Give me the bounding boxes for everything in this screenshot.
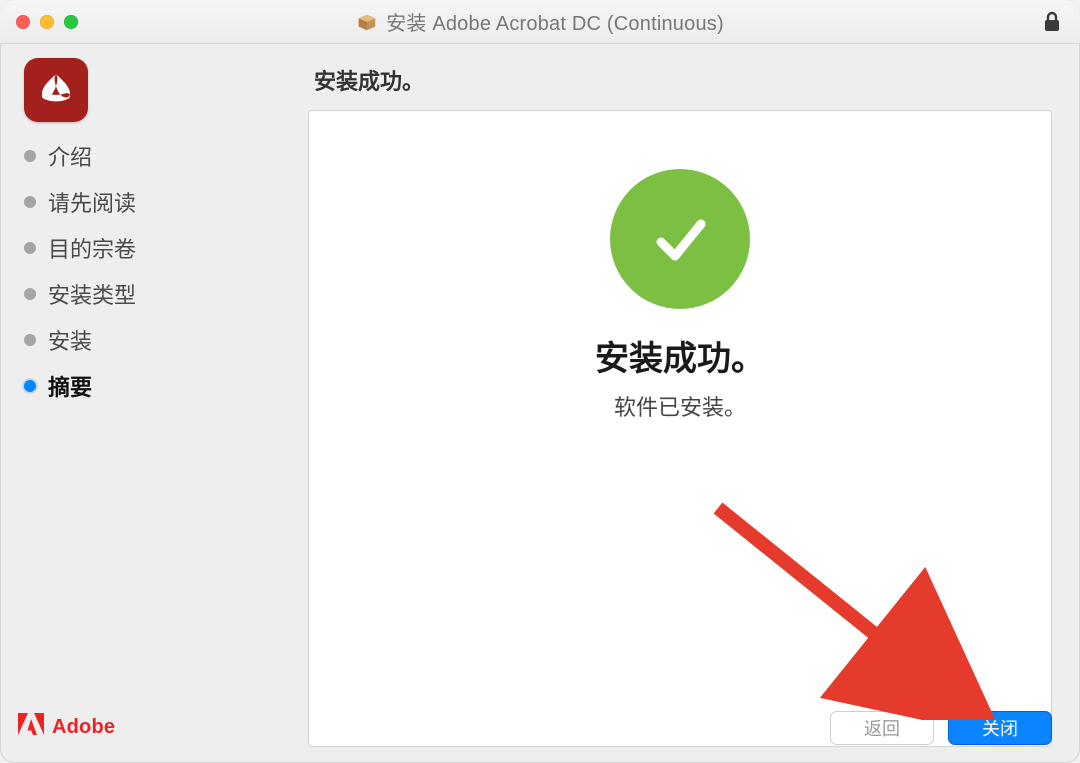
step-dot-icon: [24, 288, 36, 300]
step-label: 介绍: [48, 140, 92, 172]
step-label: 请先阅读: [48, 186, 136, 218]
adobe-logo-icon: [18, 713, 44, 741]
adobe-brand-label: Adobe: [52, 716, 115, 739]
main-heading: 安装成功。: [314, 64, 1052, 96]
minimize-window-button[interactable]: [40, 15, 54, 29]
step-label: 安装: [48, 324, 92, 356]
success-subtitle: 软件已安装。: [614, 390, 746, 422]
step-destination: 目的宗卷: [24, 232, 290, 264]
close-button[interactable]: 关闭: [948, 711, 1052, 745]
lock-icon: [1042, 11, 1062, 33]
sidebar: 介绍 请先阅读 目的宗卷 安装类型 安装: [0, 44, 300, 763]
success-title: 安装成功。: [595, 331, 765, 380]
acrobat-app-icon: [24, 58, 88, 122]
footer-buttons: 返回 关闭: [830, 711, 1052, 745]
back-button-label: 返回: [864, 715, 900, 741]
back-button[interactable]: 返回: [830, 711, 934, 745]
adobe-brand: Adobe: [18, 713, 115, 741]
content-pane: 安装成功。 软件已安装。: [308, 110, 1052, 747]
window-controls: [16, 0, 78, 43]
step-intro: 介绍: [24, 140, 290, 172]
package-icon: [356, 11, 378, 33]
titlebar: 安装 Adobe Acrobat DC (Continuous): [0, 0, 1080, 44]
content-inner: 安装成功。 软件已安装。: [595, 169, 765, 422]
window-title: 安装 Adobe Acrobat DC (Continuous): [386, 7, 724, 36]
step-dot-icon: [24, 150, 36, 162]
step-label: 摘要: [48, 370, 92, 402]
step-label: 目的宗卷: [48, 232, 136, 264]
title-wrap: 安装 Adobe Acrobat DC (Continuous): [356, 7, 724, 36]
success-check-icon: [610, 169, 750, 309]
step-summary: 摘要: [24, 370, 290, 402]
main-area: 安装成功。 安装成功。 软件已安装。 返回 关闭: [300, 44, 1080, 763]
step-dot-icon: [24, 380, 36, 392]
window-body: 介绍 请先阅读 目的宗卷 安装类型 安装: [0, 44, 1080, 763]
step-dot-icon: [24, 242, 36, 254]
steps-list: 介绍 请先阅读 目的宗卷 安装类型 安装: [24, 140, 290, 402]
step-dot-icon: [24, 196, 36, 208]
step-dot-icon: [24, 334, 36, 346]
lock-wrap: [1042, 0, 1062, 43]
step-install: 安装: [24, 324, 290, 356]
close-window-button[interactable]: [16, 15, 30, 29]
installer-window: 安装 Adobe Acrobat DC (Continuous): [0, 0, 1080, 763]
step-label: 安装类型: [48, 278, 136, 310]
zoom-window-button[interactable]: [64, 15, 78, 29]
close-button-label: 关闭: [982, 715, 1018, 741]
step-install-type: 安装类型: [24, 278, 290, 310]
step-readme: 请先阅读: [24, 186, 290, 218]
